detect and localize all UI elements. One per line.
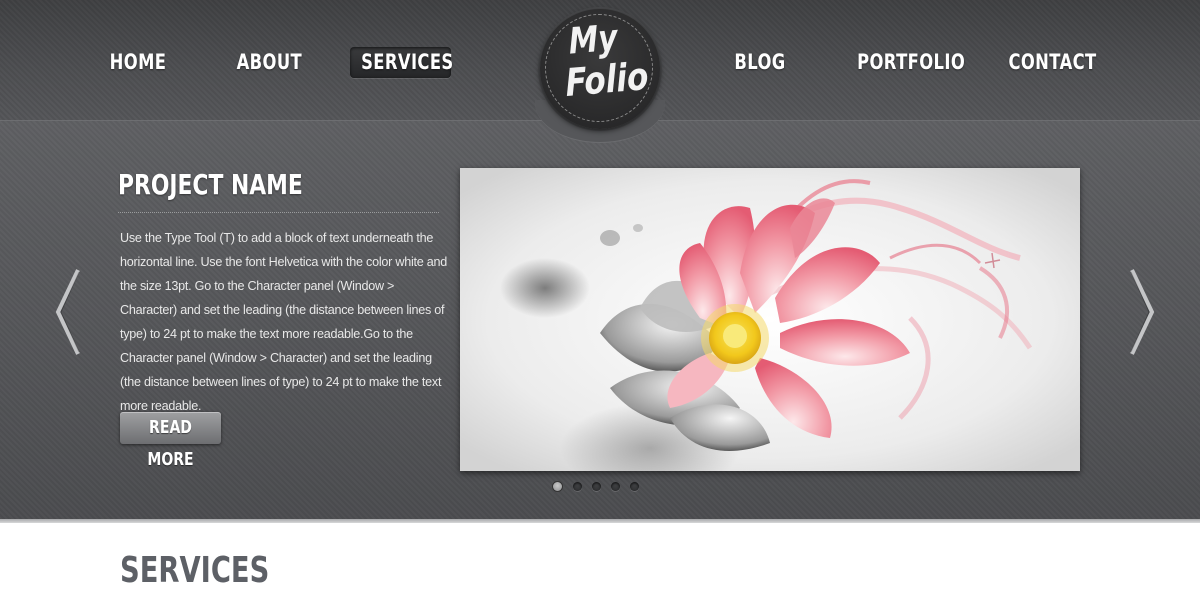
logo-line-2: Folio [564, 53, 650, 105]
read-more-button[interactable]: READ MORE [120, 412, 221, 470]
slide-image[interactable] [460, 168, 1080, 471]
nav-blog[interactable]: BLOG [733, 44, 788, 80]
chevron-right-icon[interactable] [1127, 268, 1157, 358]
slider-dot-4[interactable] [611, 482, 620, 491]
project-description: Use the Type Tool (T) to add a block of … [120, 231, 448, 413]
slider-dot-2[interactable] [573, 482, 582, 491]
nav-services[interactable]: SERVICES [361, 44, 453, 80]
services-heading: SERVICES [120, 550, 270, 591]
nav-about[interactable]: ABOUT [237, 44, 302, 80]
slider-bottom-border [0, 519, 1200, 523]
read-more-label: READ MORE [147, 417, 194, 470]
nav-contact[interactable]: CONTACT [1008, 44, 1096, 80]
title-divider [118, 212, 439, 213]
logo-text: My Folio [549, 16, 652, 105]
chevron-left-icon[interactable] [53, 268, 83, 358]
nav-portfolio[interactable]: PORTFOLIO [857, 44, 965, 80]
slider-dot-1[interactable] [553, 482, 562, 491]
slider-dot-5[interactable] [630, 482, 639, 491]
slider-dot-3[interactable] [592, 482, 601, 491]
project-title: PROJECT NAME [118, 168, 303, 201]
nav-home[interactable]: HOME [108, 44, 167, 80]
